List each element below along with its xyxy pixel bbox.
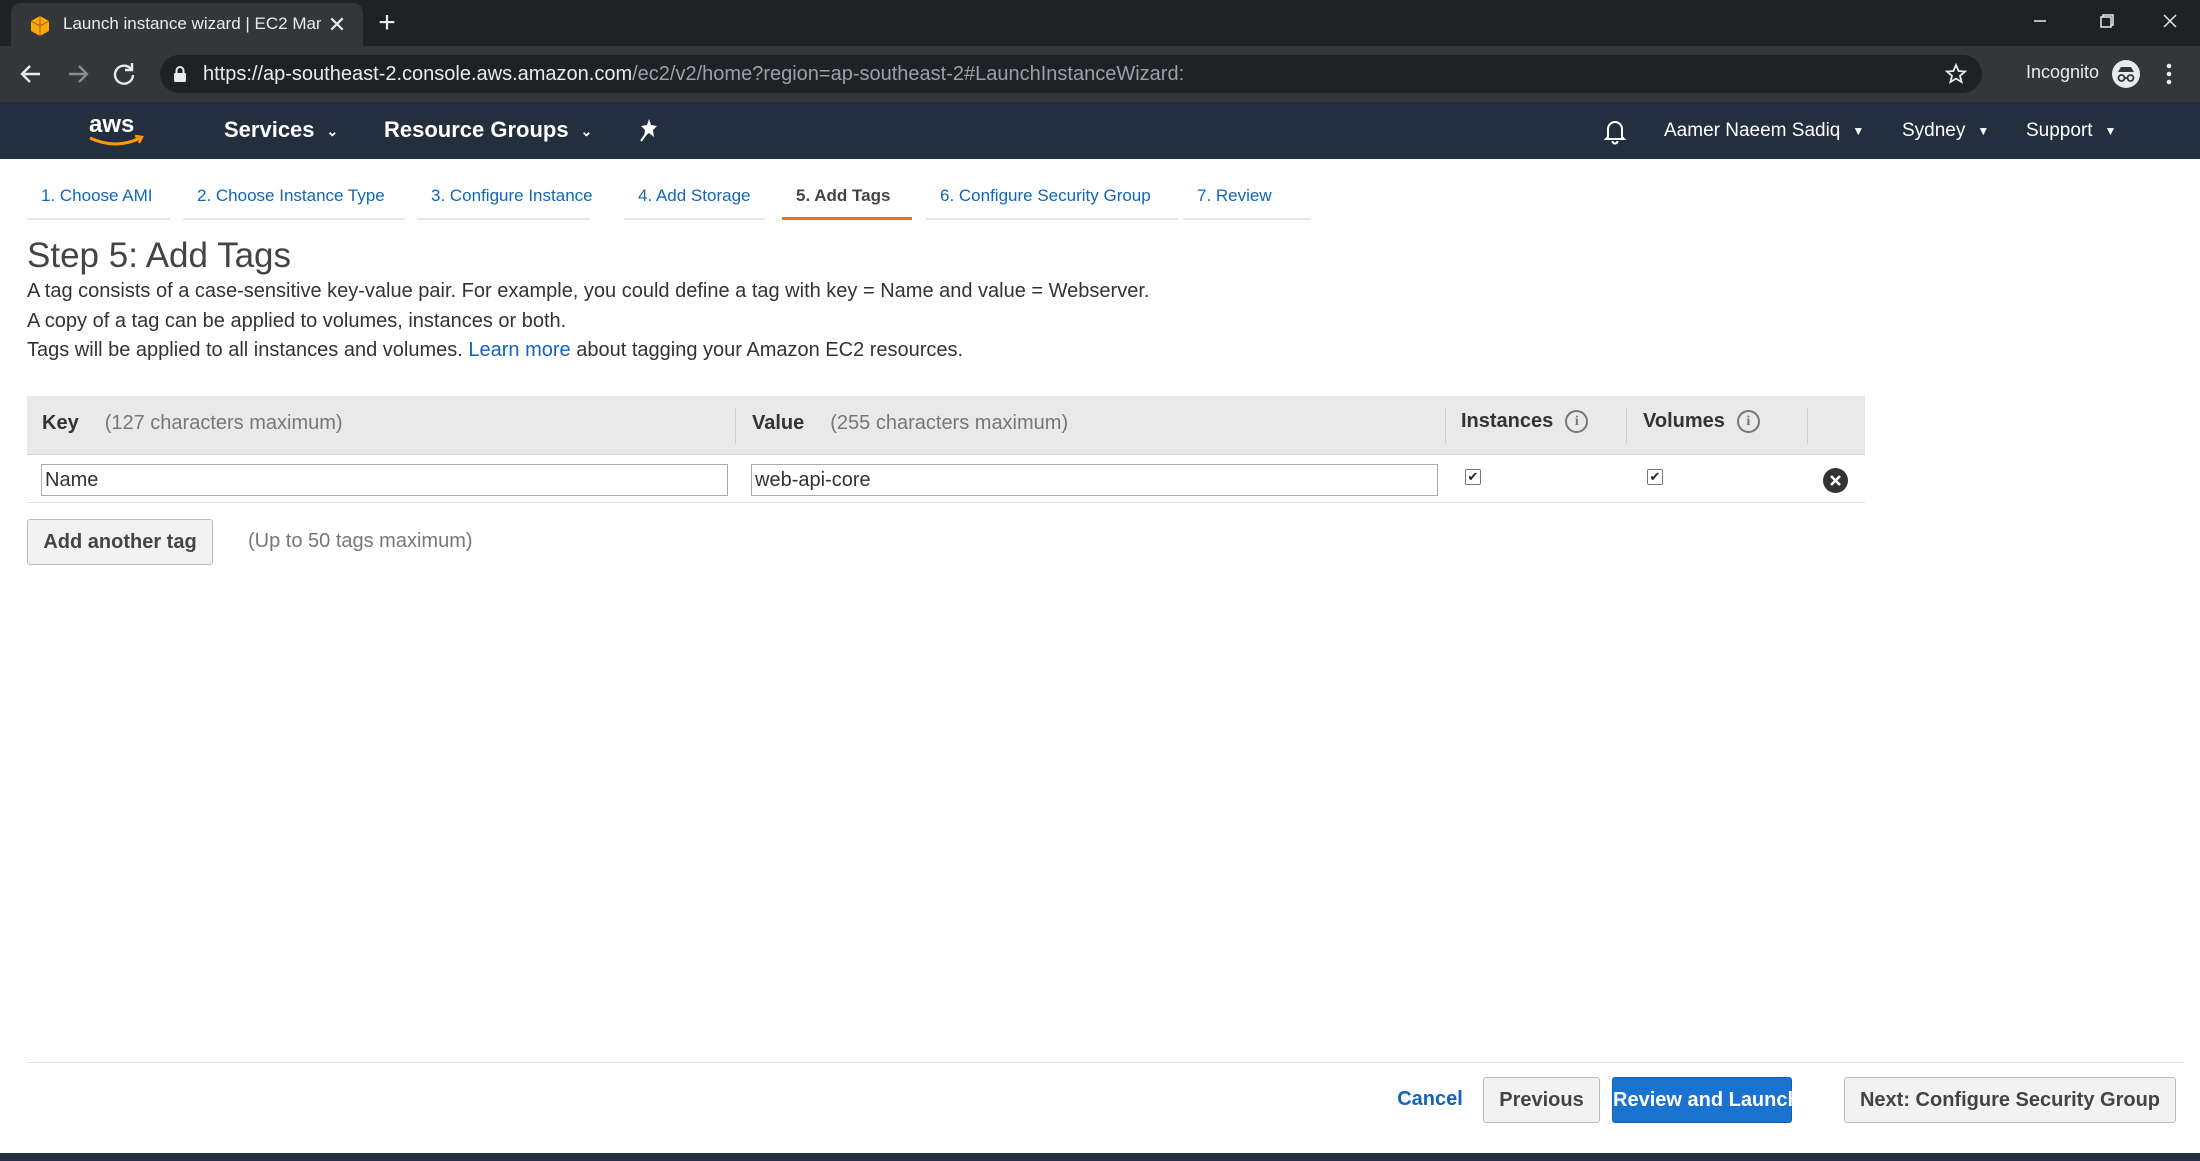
column-divider — [1626, 408, 1627, 444]
description-line-1: A tag consists of a case-sensitive key-v… — [27, 280, 1150, 302]
tab-title: Launch instance wizard | EC2 Management … — [63, 14, 321, 33]
services-menu[interactable]: Services ⌄ — [224, 117, 338, 143]
caret-down-icon: ▼ — [1977, 123, 1990, 138]
step-choose-instance-type[interactable]: 2. Choose Instance Type — [183, 178, 405, 220]
bottom-bar — [0, 1153, 2200, 1161]
bookmark-star-icon[interactable] — [1944, 62, 1968, 86]
url-path: /ec2/v2/home?region=ap-southeast-2#Launc… — [632, 63, 1185, 85]
value-column-header: Value (255 characters maximum) — [752, 412, 1068, 435]
instances-checkbox[interactable]: ✔ — [1465, 469, 1481, 485]
column-divider — [1445, 408, 1446, 444]
step-choose-ami[interactable]: 1. Choose AMI — [27, 178, 170, 220]
key-header-hint: (127 characters maximum) — [104, 412, 343, 434]
volumes-checkbox[interactable]: ✔ — [1647, 469, 1663, 485]
forward-icon[interactable] — [61, 57, 95, 91]
tag-value-input[interactable] — [751, 464, 1438, 496]
incognito-icon[interactable] — [2111, 59, 2141, 89]
tags-limit-hint: (Up to 50 tags maximum) — [248, 530, 473, 552]
restore-icon[interactable] — [2086, 6, 2126, 36]
aws-favicon-icon — [30, 16, 50, 36]
page-title: Step 5: Add Tags — [27, 236, 292, 275]
description-text: Tags will be applied to all instances an… — [27, 339, 463, 361]
browser-tab-bar: Launch instance wizard | EC2 Management … — [0, 0, 2200, 46]
incognito-label: Incognito — [2026, 62, 2100, 82]
tag-key-input[interactable] — [41, 464, 728, 496]
lock-icon — [174, 66, 186, 82]
tab-close-icon[interactable]: ✕ — [325, 13, 349, 37]
instances-column-header: Instances i — [1461, 410, 1589, 434]
support-label: Support — [2026, 120, 2093, 141]
address-bar[interactable]: https://ap-southeast-2.console.aws.amazo… — [160, 55, 1982, 93]
chevron-down-icon: ⌄ — [326, 122, 339, 139]
pin-icon[interactable] — [638, 117, 660, 143]
bell-icon[interactable] — [1602, 117, 1628, 145]
svg-text:aws: aws — [89, 111, 134, 138]
column-divider — [1807, 408, 1808, 444]
instances-header-label: Instances — [1461, 410, 1554, 432]
minimize-icon[interactable] — [2020, 6, 2060, 36]
close-window-icon[interactable] — [2150, 6, 2190, 36]
add-another-tag-button[interactable]: Add another tag — [27, 519, 213, 565]
volumes-column-header: Volumes i — [1643, 410, 1760, 434]
support-menu[interactable]: Support ▼ — [2026, 120, 2116, 142]
step-configure-instance[interactable]: 3. Configure Instance — [417, 178, 593, 220]
browser-tab[interactable]: Launch instance wizard | EC2 Management … — [11, 3, 363, 46]
footer-divider — [27, 1062, 2184, 1063]
url-host: https://ap-southeast-2.console.aws.amazo… — [203, 63, 633, 85]
step-review[interactable]: 7. Review — [1183, 178, 1311, 220]
browser-toolbar: https://ap-southeast-2.console.aws.amazo… — [0, 46, 2200, 102]
reload-icon[interactable] — [107, 57, 141, 91]
info-icon[interactable]: i — [1565, 410, 1589, 434]
aws-nav-bar: aws Services ⌄ Resource Groups ⌄ Aamer Nae… — [0, 102, 2200, 159]
new-tab-icon[interactable]: + — [372, 8, 402, 38]
table-header: Key (127 characters maximum) Value (255 ch… — [27, 396, 1865, 455]
region-menu[interactable]: Sydney ▼ — [1902, 120, 1989, 142]
review-and-launch-button[interactable]: Review and Launch — [1612, 1077, 1800, 1123]
table-row: ✔ ✔ — [27, 456, 1865, 503]
chevron-down-icon: ⌄ — [580, 122, 593, 139]
browser-menu-icon[interactable] — [2162, 60, 2176, 88]
remove-tag-icon[interactable] — [1822, 467, 1849, 494]
previous-button[interactable]: Previous — [1483, 1077, 1600, 1123]
step-add-storage[interactable]: 4. Add Storage — [624, 178, 765, 220]
services-label: Services — [224, 117, 315, 142]
account-menu[interactable]: Aamer Naeem Sadiq ▼ — [1664, 120, 1864, 142]
caret-down-icon: ▼ — [2104, 123, 2117, 138]
resource-groups-label: Resource Groups — [384, 117, 569, 142]
key-column-header: Key (127 characters maximum) — [42, 412, 343, 435]
back-icon[interactable] — [14, 57, 48, 91]
url-text: https://ap-southeast-2.console.aws.amazo… — [203, 63, 1184, 85]
column-divider — [735, 408, 736, 444]
next-configure-security-group-button[interactable]: Next: Configure Security Group — [1844, 1077, 2176, 1123]
description-line-2: A copy of a tag can be applied to volume… — [27, 310, 567, 332]
learn-more-link[interactable]: Learn more — [468, 339, 570, 361]
step-configure-security-group[interactable]: 6. Configure Security Group — [926, 178, 1178, 220]
key-header-label: Key — [42, 412, 79, 434]
value-header-label: Value — [752, 412, 805, 434]
caret-down-icon: ▼ — [1852, 123, 1865, 138]
resource-groups-menu[interactable]: Resource Groups ⌄ — [384, 117, 592, 143]
value-header-hint: (255 characters maximum) — [830, 412, 1069, 434]
info-icon[interactable]: i — [1736, 410, 1760, 434]
description-text: about tagging your Amazon EC2 resources. — [576, 339, 964, 361]
description-line-3: Tags will be applied to all instances an… — [27, 339, 963, 362]
step-add-tags[interactable]: 5. Add Tags — [782, 178, 912, 220]
region-name: Sydney — [1902, 120, 1966, 141]
aws-logo[interactable]: aws — [86, 110, 148, 150]
cancel-button[interactable]: Cancel — [1380, 1077, 1480, 1123]
account-name: Aamer Naeem Sadiq — [1664, 120, 1841, 141]
volumes-header-label: Volumes — [1643, 410, 1725, 432]
